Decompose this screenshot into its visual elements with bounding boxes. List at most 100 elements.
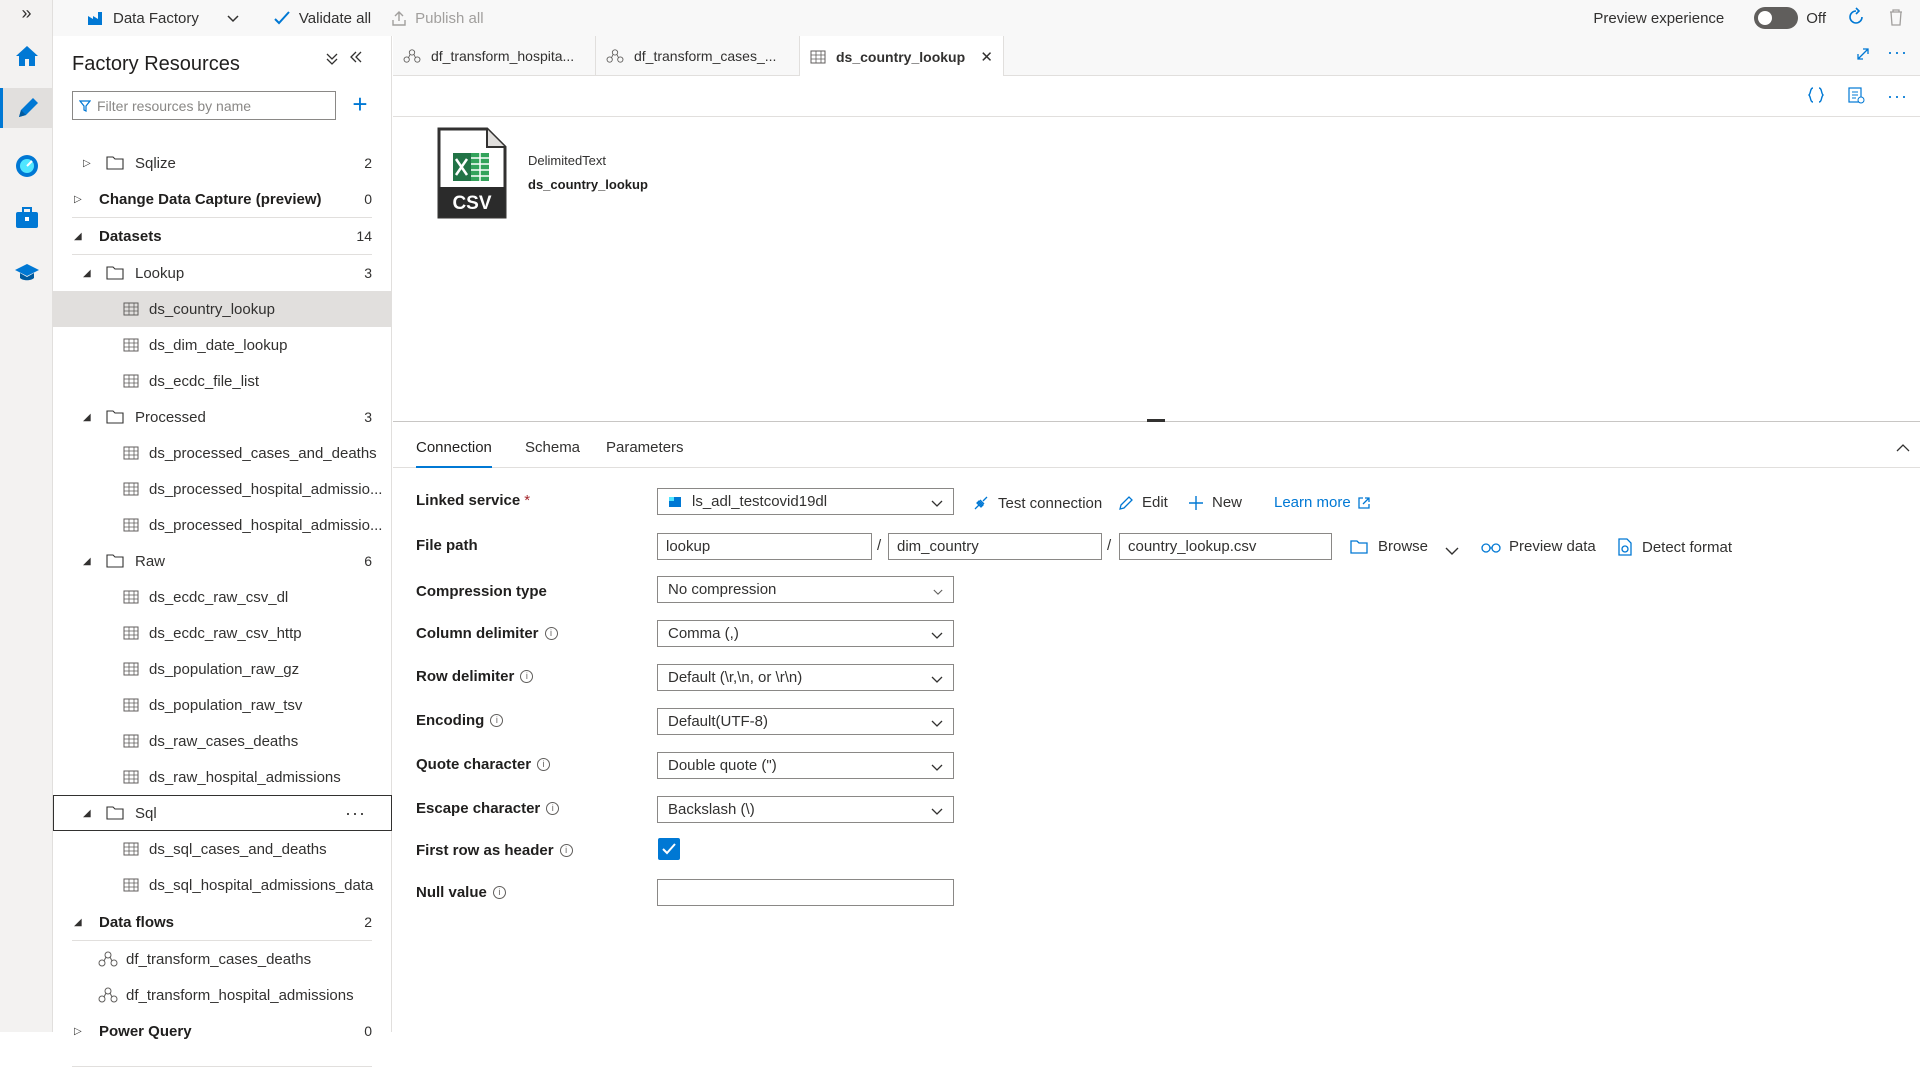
tree-dataset-item[interactable]: ds_ecdc_raw_csv_http	[53, 615, 392, 651]
quote-character-select[interactable]: Double quote (")	[657, 752, 954, 779]
quote-character-value: Double quote (")	[668, 757, 777, 774]
tree-dataset-item[interactable]: ds_country_lookup	[53, 291, 392, 327]
tree-dataset-item[interactable]: ds_sql_cases_and_deaths	[53, 831, 392, 867]
info-icon[interactable]: i	[490, 714, 504, 727]
tab-df-transform-hospital[interactable]: df_transform_hospita...	[393, 36, 596, 76]
collapse-panel-icon[interactable]	[349, 50, 363, 69]
encoding-label: Encoding i	[416, 712, 504, 729]
info-icon[interactable]: i	[520, 670, 534, 683]
detect-format-button[interactable]: Detect format	[1616, 538, 1732, 556]
maximize-icon[interactable]	[1856, 47, 1870, 64]
tab-parameters[interactable]: Parameters	[606, 432, 684, 468]
test-connection-button[interactable]: Test connection	[972, 494, 1102, 512]
tab-bar-more-icon[interactable]: ···	[1887, 42, 1908, 63]
learn-more-link[interactable]: Learn more	[1274, 494, 1379, 511]
collapse-config-icon[interactable]	[1896, 440, 1910, 456]
expand-rail-icon[interactable]: »	[0, 0, 53, 32]
tree-count: 2	[364, 914, 372, 930]
tab-ds-country-lookup[interactable]: ds_country_lookup ✕	[800, 36, 1004, 77]
tab-connection[interactable]: Connection	[416, 432, 492, 468]
learning-cap-icon[interactable]	[8, 252, 45, 292]
info-icon[interactable]: i	[559, 844, 573, 857]
tree-dataflow-item[interactable]: df_transform_cases_deaths	[53, 941, 392, 977]
tree-dataset-item[interactable]: ds_processed_cases_and_deaths	[53, 435, 392, 471]
tree-folder-processed[interactable]: ◢ Processed 3	[53, 399, 392, 435]
new-linked-service-button[interactable]: New	[1188, 494, 1242, 511]
escape-character-select[interactable]: Backslash (\)	[657, 796, 954, 823]
splitter-handle[interactable]	[1147, 419, 1165, 422]
author-pencil-icon[interactable]	[0, 88, 53, 128]
tree-dataset-item[interactable]: ds_ecdc_file_list	[53, 363, 392, 399]
tree-dataset-item[interactable]: ds_sql_hospital_admissions_data	[53, 867, 392, 903]
encoding-select[interactable]: Default(UTF-8)	[657, 708, 954, 735]
tree-folder-lookup[interactable]: ◢ Lookup 3	[53, 255, 392, 291]
column-delimiter-label-text: Column delimiter	[416, 625, 539, 642]
table-icon	[123, 374, 139, 388]
tree-folder-raw[interactable]: ◢ Raw 6	[53, 543, 392, 579]
table-icon	[123, 482, 139, 496]
linked-service-select[interactable]: ls_adl_testcovid19dl	[657, 488, 954, 515]
tree-section-datasets[interactable]: ◢ Datasets 14	[53, 218, 392, 254]
edit-linked-service-button[interactable]: Edit	[1118, 494, 1168, 511]
editor-more-icon[interactable]: ···	[1887, 86, 1908, 107]
factory-selector[interactable]: Data Factory	[77, 0, 257, 36]
tree-count: 14	[356, 228, 372, 244]
expanded-triangle-icon: ◢	[83, 555, 91, 567]
tree-section-power-query[interactable]: ▷ Power Query 0	[53, 1013, 392, 1049]
preview-experience-toggle[interactable]	[1754, 7, 1799, 29]
info-icon[interactable]: i	[492, 886, 506, 899]
monitor-gauge-icon[interactable]	[8, 146, 45, 186]
dataset-type: DelimitedText	[528, 153, 607, 168]
preview-data-button[interactable]: Preview data	[1481, 538, 1596, 555]
tree-dataset-item[interactable]: ds_dim_date_lookup	[53, 327, 392, 363]
tree-section-change-data-capture[interactable]: ▷ Change Data Capture (preview) 0	[53, 181, 392, 217]
file-path-file-input[interactable]: country_lookup.csv	[1119, 533, 1332, 560]
info-icon[interactable]: i	[546, 802, 560, 815]
tree-dataset-item[interactable]: ds_raw_cases_deaths	[53, 723, 392, 759]
close-tab-icon[interactable]: ✕	[980, 48, 993, 66]
publish-all-button[interactable]: Publish all	[381, 0, 493, 36]
tree-count: 3	[364, 409, 372, 425]
tree-dataset-item[interactable]: ds_population_raw_tsv	[53, 687, 392, 723]
tree-dataflow-item[interactable]: df_transform_hospital_admissions	[53, 977, 392, 1013]
tree-dataset-item[interactable]: ds_population_raw_gz	[53, 651, 392, 687]
column-delimiter-select[interactable]: Comma (,)	[657, 620, 954, 647]
file-path-container-input[interactable]: lookup	[657, 533, 872, 560]
tree-folder-sqlize[interactable]: ▷ Sqlize 2	[53, 145, 392, 181]
tree-dataset-item[interactable]: ds_processed_hospital_admissio...	[53, 471, 392, 507]
tab-schema[interactable]: Schema	[525, 432, 580, 468]
checkmark-icon	[662, 843, 676, 855]
row-delimiter-select[interactable]: Default (\r,\n, or \r\n)	[657, 664, 954, 691]
file-path-directory-input[interactable]: dim_country	[888, 533, 1102, 560]
tree-section-data-flows[interactable]: ◢ Data flows 2	[53, 904, 392, 940]
validate-all-button[interactable]: Validate all	[263, 0, 381, 36]
tree-dataset-item[interactable]: ds_raw_hospital_admissions	[53, 759, 392, 795]
refresh-icon[interactable]	[1846, 6, 1866, 30]
tab-label: df_transform_cases_...	[634, 48, 777, 64]
filter-resources-box[interactable]	[72, 91, 336, 120]
collapse-all-icon[interactable]	[325, 52, 339, 71]
tree-folder-sql[interactable]: ◢ Sql ···	[53, 795, 392, 831]
chevron-down-icon	[931, 495, 943, 512]
info-icon[interactable]: i	[537, 758, 551, 771]
null-value-input[interactable]	[657, 879, 954, 906]
properties-icon[interactable]	[1847, 86, 1865, 107]
factory-resources-panel: Factory Resources + ▷ Sqlize 2 ▷ Change …	[53, 36, 392, 1067]
home-icon[interactable]	[8, 36, 45, 76]
code-braces-icon[interactable]	[1807, 86, 1825, 107]
tree-dataset-item[interactable]: ds_processed_hospital_admissio...	[53, 507, 392, 543]
first-row-header-checkbox[interactable]	[658, 838, 680, 860]
manage-toolbox-icon[interactable]	[8, 198, 45, 238]
tree-label: ds_ecdc_raw_csv_dl	[149, 588, 289, 606]
filter-resources-input[interactable]	[97, 97, 317, 114]
discard-icon[interactable]	[1888, 8, 1904, 29]
tree-dataset-item[interactable]: ds_ecdc_raw_csv_dl	[53, 579, 392, 615]
more-options-icon[interactable]: ···	[345, 803, 366, 824]
tab-df-transform-cases[interactable]: df_transform_cases_...	[596, 36, 800, 76]
path-separator: /	[1107, 537, 1112, 554]
info-icon[interactable]: i	[544, 627, 558, 640]
add-resource-button[interactable]: +	[346, 91, 374, 119]
browse-button[interactable]: Browse	[1350, 538, 1428, 555]
compression-type-select[interactable]: No compression	[657, 576, 954, 603]
browse-chevron-icon[interactable]	[1445, 543, 1459, 559]
